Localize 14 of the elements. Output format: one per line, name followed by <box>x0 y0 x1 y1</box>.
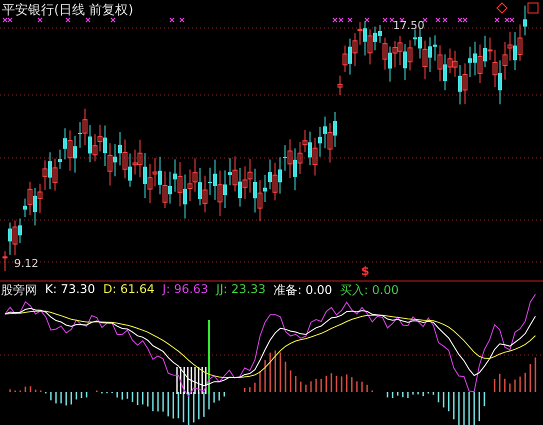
hatched-block-drawing <box>176 367 206 394</box>
indicator-value: K: 73.30 <box>45 282 96 298</box>
chart-title: 平安银行(日线 前复权) <box>2 2 134 19</box>
indicator-value: JJ: 23.33 <box>216 282 266 298</box>
diamond-icon <box>496 2 508 14</box>
indicator-name: 股旁网 <box>1 282 37 299</box>
low-price-label: 9.12 <box>14 257 38 270</box>
signal-mark: $ <box>361 264 370 278</box>
indicator-value: 准备: 0.00 <box>274 282 332 299</box>
square-icon <box>528 2 538 14</box>
indicator-value: D: 61.64 <box>103 282 155 298</box>
high-price-label: 17.50 <box>393 19 424 32</box>
indicator-value: 买入: 0.00 <box>340 282 399 299</box>
indicator-value: J: 96.63 <box>162 282 208 298</box>
